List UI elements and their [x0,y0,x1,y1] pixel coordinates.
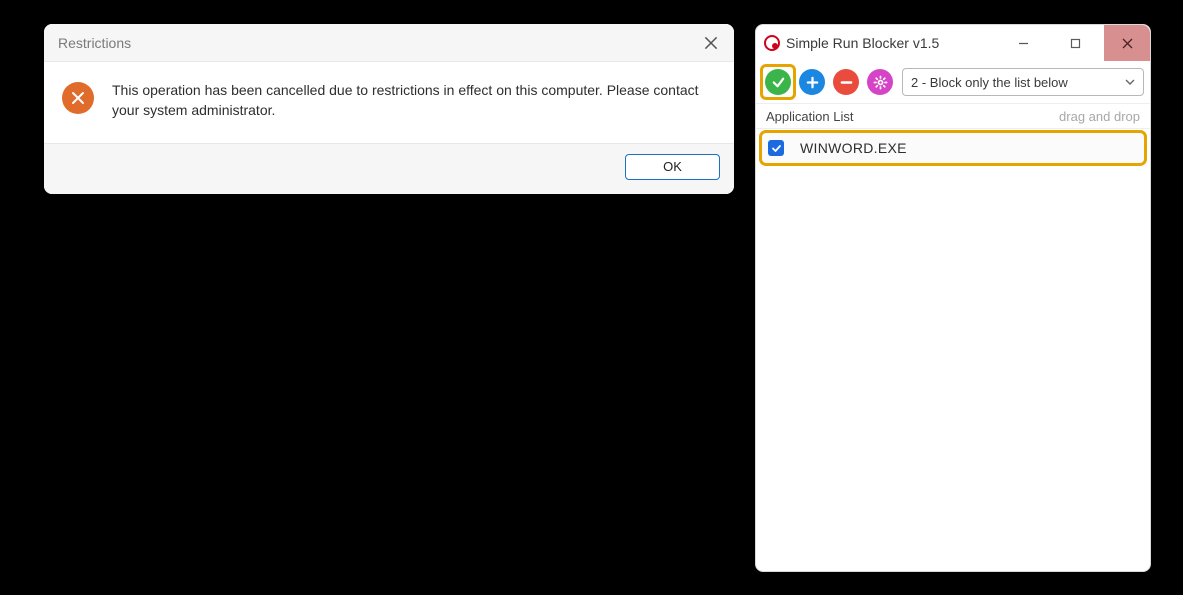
minus-icon [833,69,859,95]
simple-run-blocker-window: Simple Run Blocker v1.5 [755,24,1151,572]
restrictions-dialog: Restrictions This operation has been can… [44,24,734,194]
application-list[interactable]: WINWORD.EXE [756,129,1150,571]
gear-icon [867,69,893,95]
toolbar: 2 - Block only the list below [756,61,1150,103]
list-item-label: WINWORD.EXE [794,140,907,156]
ok-button[interactable]: OK [625,154,720,180]
list-header: Application List drag and drop [756,103,1150,129]
chevron-down-icon [1125,77,1135,87]
error-icon [62,82,94,114]
dialog-footer: OK [44,143,734,194]
dialog-message: This operation has been cancelled due to… [112,80,706,121]
close-icon [702,34,720,52]
plus-icon [799,69,825,95]
app-title: Simple Run Blocker v1.5 [786,35,994,51]
window-close-button[interactable] [1104,25,1150,61]
check-icon [771,143,782,154]
app-titlebar: Simple Run Blocker v1.5 [756,25,1150,61]
dialog-body: This operation has been cancelled due to… [44,62,734,143]
apply-button[interactable] [762,66,794,98]
list-item[interactable]: WINWORD.EXE [762,133,1144,163]
mode-select[interactable]: 2 - Block only the list below [902,68,1144,96]
list-hint: drag and drop [1059,109,1140,124]
check-icon [765,69,791,95]
settings-button[interactable] [864,66,896,98]
dialog-close-button[interactable] [702,34,720,52]
dialog-title: Restrictions [58,35,131,51]
maximize-icon [1070,38,1081,49]
mode-select-value: 2 - Block only the list below [911,75,1068,90]
add-button[interactable] [796,66,828,98]
close-icon [1122,38,1133,49]
minimize-button[interactable] [1000,25,1046,61]
app-icon [764,35,780,51]
remove-button[interactable] [830,66,862,98]
minimize-icon [1018,38,1029,49]
list-header-label: Application List [766,109,853,124]
list-item-checkbox[interactable] [768,140,784,156]
dialog-titlebar: Restrictions [44,24,734,62]
maximize-button[interactable] [1052,25,1098,61]
